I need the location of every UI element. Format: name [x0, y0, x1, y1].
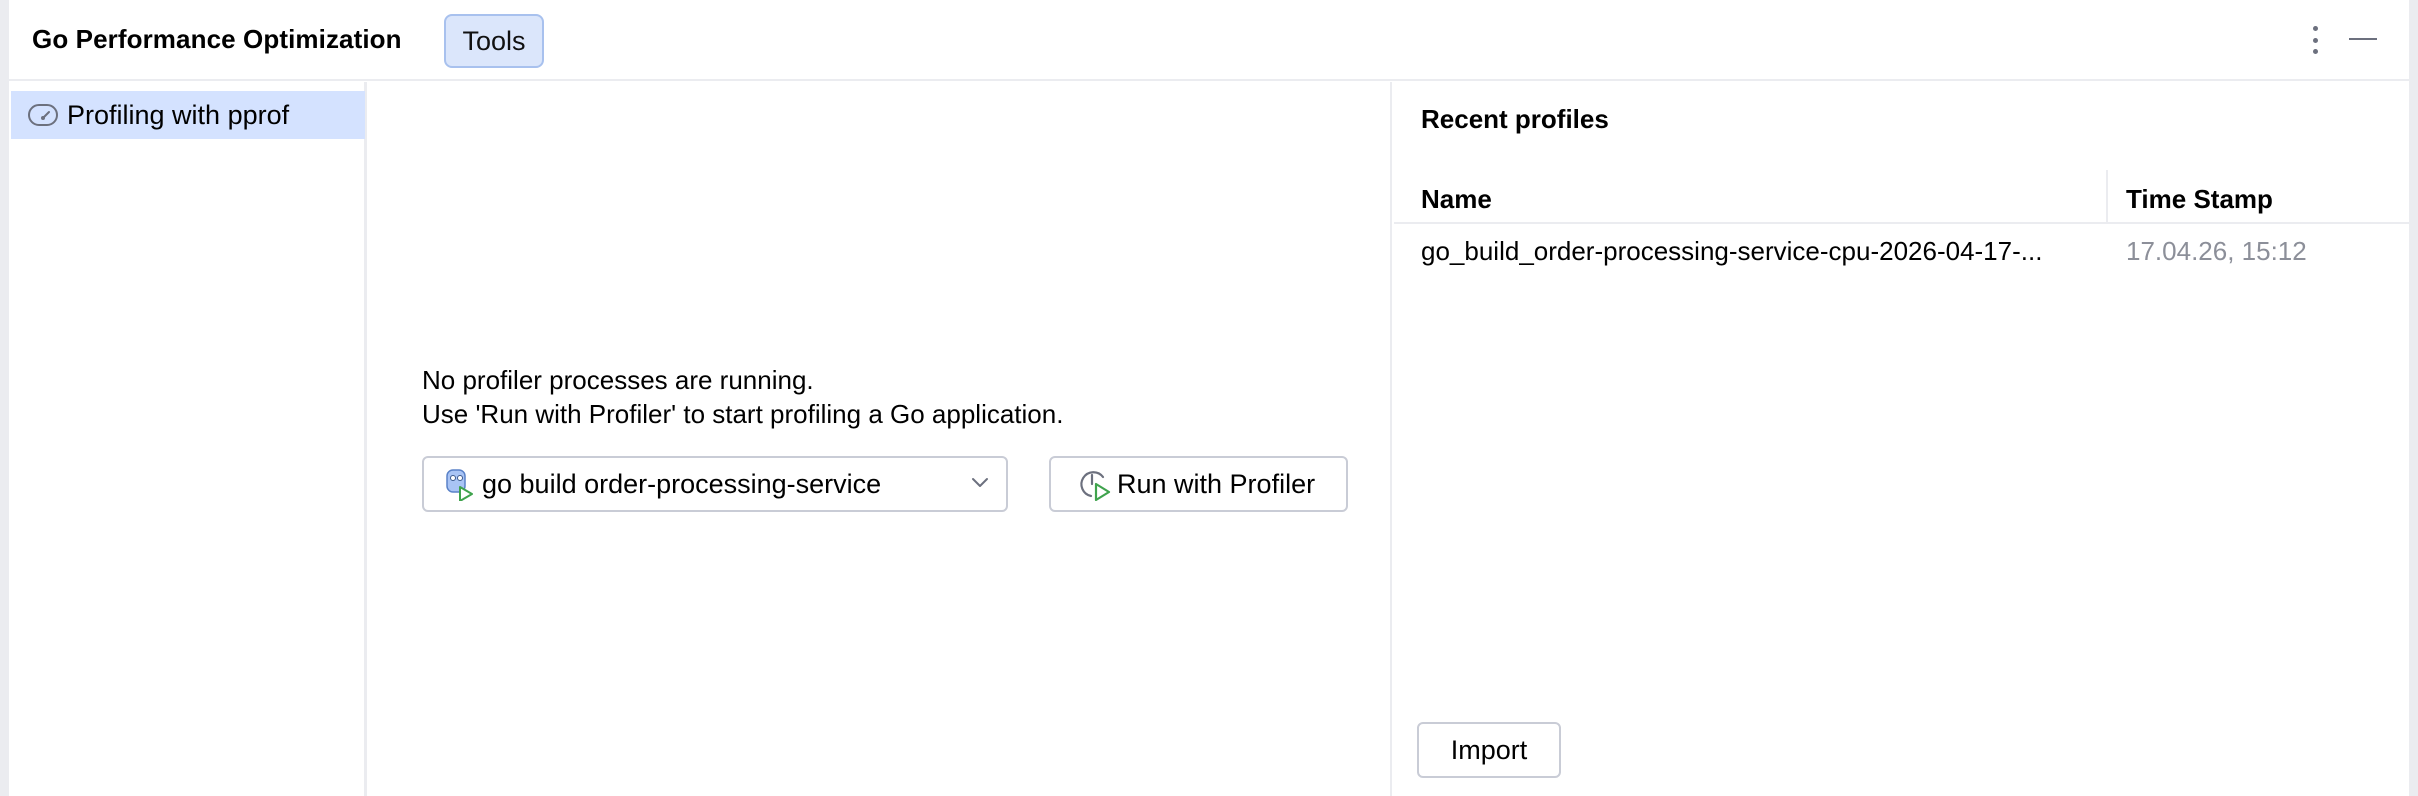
gauge-icon: [28, 104, 58, 126]
profile-time-cell: 17.04.26, 15:12: [2126, 236, 2307, 266]
recent-profiles-table-header: Name Time Stamp: [1394, 170, 2409, 224]
empty-state-message: No profiler processes are running.: [422, 365, 814, 395]
sidebar: Profiling with pprof: [9, 82, 367, 796]
column-header-time-stamp[interactable]: Time Stamp: [2126, 184, 2273, 215]
empty-state-hint: Use 'Run with Profiler' to start profili…: [422, 399, 1064, 429]
tools-tab-button[interactable]: Tools: [444, 14, 544, 68]
profile-name-cell: go_build_order-processing-service-cpu-20…: [1421, 236, 2043, 266]
run-with-profiler-label: Run with Profiler: [1117, 468, 1316, 499]
recent-profiles-panel: Recent profiles Name Time Stamp go_build…: [1394, 82, 2409, 796]
sidebar-item-profiling-pprof[interactable]: Profiling with pprof: [11, 91, 365, 139]
tool-window-title: Go Performance Optimization: [32, 24, 402, 54]
profiler-run-icon: [1080, 471, 1111, 501]
tool-window: Go Performance Optimization Tools Profil…: [0, 0, 2418, 796]
run-configuration-select[interactable]: go build order-processing-service: [422, 456, 1008, 512]
column-divider[interactable]: [2106, 170, 2108, 224]
sidebar-item-label: Profiling with pprof: [67, 99, 290, 130]
go-run-config-icon: [446, 469, 473, 501]
tool-window-header: Go Performance Optimization Tools: [9, 0, 2409, 81]
recent-profiles-title: Recent profiles: [1421, 104, 1609, 134]
import-button[interactable]: Import: [1417, 722, 1561, 778]
run-configuration-value: go build order-processing-service: [482, 468, 882, 499]
more-vertical-icon[interactable]: [2305, 22, 2325, 58]
minimize-icon[interactable]: [2349, 38, 2377, 40]
run-with-profiler-button[interactable]: Run with Profiler: [1049, 456, 1348, 512]
chevron-down-icon: [972, 478, 988, 487]
column-header-name[interactable]: Name: [1421, 184, 1492, 215]
profiler-main-panel: No profiler processes are running. Use '…: [370, 82, 1392, 796]
table-row[interactable]: go_build_order-processing-service-cpu-20…: [1394, 226, 2409, 276]
